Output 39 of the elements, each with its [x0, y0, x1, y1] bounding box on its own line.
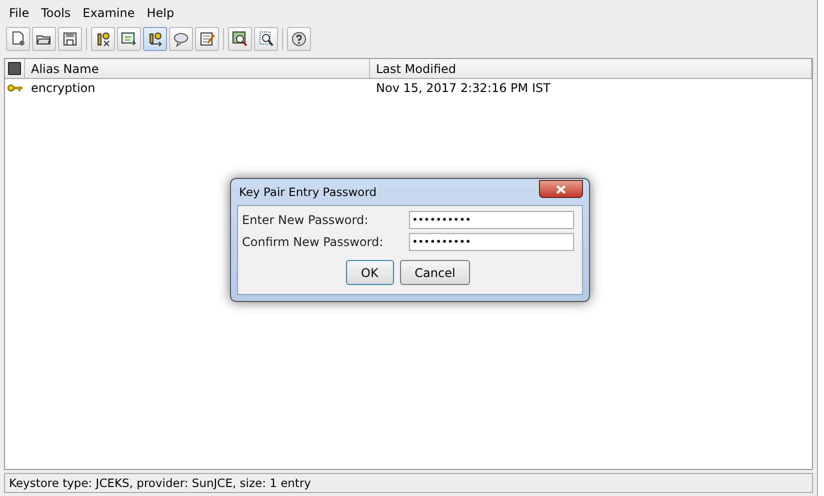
- toolbar-button[interactable]: [91, 27, 115, 51]
- magnifier-file-icon: [258, 31, 274, 47]
- dialog-button[interactable]: OK: [346, 260, 394, 285]
- password-field[interactable]: ••••••••••: [409, 233, 574, 251]
- toolbar-button[interactable]: [195, 27, 219, 51]
- menu-item[interactable]: Examine: [78, 4, 140, 22]
- entry-type-icon: [8, 62, 21, 75]
- toolbar-button[interactable]: [169, 27, 193, 51]
- dialog-title: Key Pair Entry Password: [238, 185, 377, 199]
- new-document-icon: [10, 31, 26, 47]
- magnifier-certificate-icon: [232, 31, 248, 47]
- table-cell-text: Nov 15, 2017 2:32:16 PM IST: [375, 81, 552, 95]
- toolbar-button[interactable]: [143, 27, 167, 51]
- column-header[interactable]: Last Modified: [370, 59, 812, 78]
- column-header[interactable]: Alias Name: [25, 59, 370, 78]
- toolbar-button[interactable]: [6, 27, 30, 51]
- key-arrow-icon: [147, 31, 163, 47]
- close-button[interactable]: [539, 180, 583, 198]
- keys-icon: [95, 31, 111, 47]
- menu-item[interactable]: File: [4, 4, 34, 22]
- table-cell-text: encryption: [30, 81, 96, 95]
- field-label: Enter New Password:: [242, 213, 368, 227]
- toolbar-button[interactable]: [117, 27, 141, 51]
- close-icon: [556, 184, 566, 194]
- toolbar-button[interactable]: [287, 27, 311, 51]
- password-field[interactable]: ••••••••••: [409, 211, 574, 229]
- document-pencil-icon: [199, 31, 215, 47]
- certificate-arrow-icon: [121, 31, 137, 47]
- menu-item[interactable]: Help: [142, 4, 180, 22]
- field-label: Confirm New Password:: [242, 235, 384, 249]
- toolbar-button[interactable]: [254, 27, 278, 51]
- toolbar-button[interactable]: [228, 27, 252, 51]
- speech-bubble-icon: [173, 31, 189, 47]
- dialog-button[interactable]: Cancel: [400, 260, 470, 285]
- toolbar-button[interactable]: [58, 27, 82, 51]
- help-icon: [291, 31, 307, 47]
- status-bar: Keystore type: JCEKS, provider: SunJCE, size: 1 entry: [4, 473, 813, 493]
- menu-item[interactable]: Tools: [36, 4, 76, 22]
- toolbar-button[interactable]: [32, 27, 56, 51]
